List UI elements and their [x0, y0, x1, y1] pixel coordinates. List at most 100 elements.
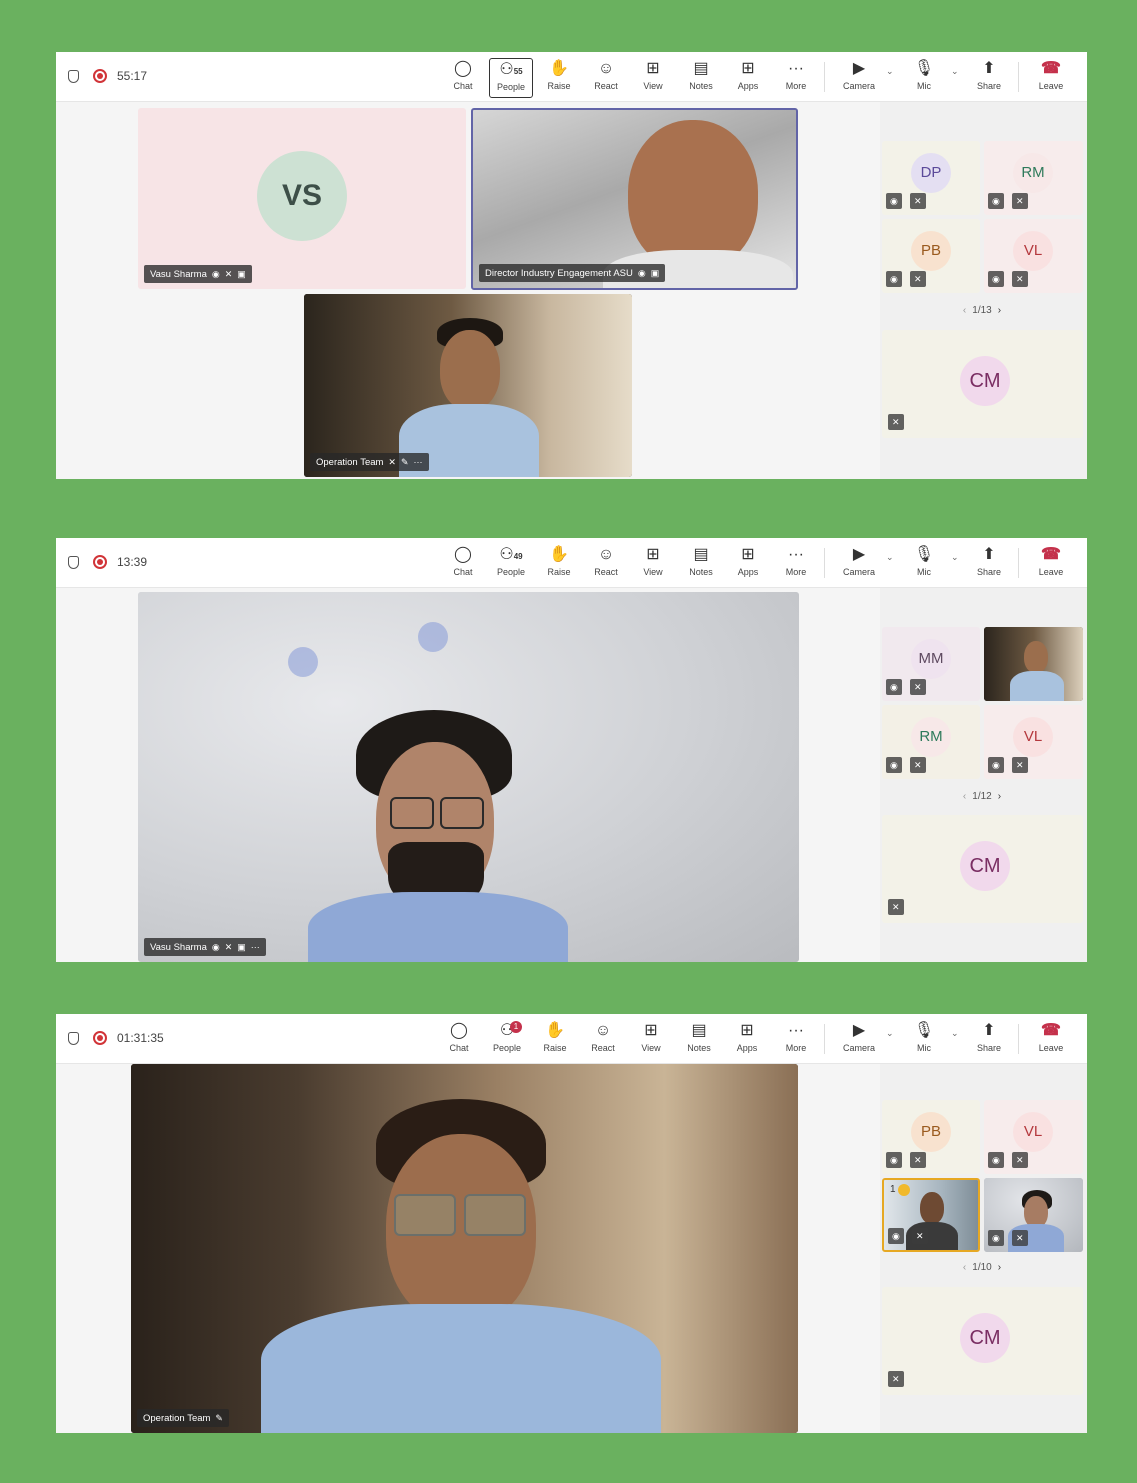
chevron-left-icon[interactable]: ‹ — [963, 791, 966, 802]
participant-tile-rm[interactable]: RM ◉ ✕ — [984, 141, 1083, 215]
chevron-right-icon[interactable]: › — [998, 1262, 1001, 1273]
share-button[interactable]: ⬆︎ Share — [967, 544, 1011, 584]
apps-button[interactable]: ⊞ Apps — [726, 58, 770, 98]
people-button[interactable]: ⚇ 1 People — [485, 1020, 529, 1060]
camera-options-chevron-icon[interactable]: ⌄ — [886, 1028, 894, 1039]
meeting-toolbar: 01:31:35 ◯ Chat ⚇ 1 People ✋ Raise ☺ React ⊞ V… — [56, 1014, 1087, 1064]
participant-tile-pb[interactable]: PB ◉ ✕ — [882, 1100, 980, 1174]
plus-box-icon: ⊞ — [741, 546, 755, 563]
chat-button[interactable]: ◯ Chat — [441, 58, 485, 98]
participant-tile-mm[interactable]: MM ◉ ✕ — [882, 627, 980, 701]
chat-button[interactable]: ◯ Chat — [437, 1020, 481, 1060]
meeting-toolbar: 55:17 ◯ Chat ⚇55 People ✋ Raise ☺ React ⊞ Vie… — [56, 52, 1087, 102]
chevron-left-icon[interactable]: ‹ — [963, 305, 966, 316]
mic-button[interactable]: 🎙︎ Mic — [902, 1020, 946, 1060]
participant-tile-vl[interactable]: VL ◉ ✕ — [984, 1100, 1083, 1174]
view-button[interactable]: ⊞ View — [629, 1020, 673, 1060]
raise-button[interactable]: ✋ Raise — [537, 58, 581, 98]
react-button[interactable]: ☺ React — [584, 58, 628, 98]
participant-tile-main[interactable]: Operation Team ✎ — [131, 1064, 798, 1433]
camera-options-chevron-icon[interactable]: ⌄ — [886, 552, 894, 563]
camera-button[interactable]: ▶︎ Camera — [837, 58, 881, 98]
chevron-right-icon[interactable]: › — [998, 791, 1001, 802]
mic-options-chevron-icon[interactable]: ⌄ — [951, 552, 959, 563]
leave-button[interactable]: ☎︎ Leave — [1029, 1020, 1073, 1060]
blurred-background-light — [288, 647, 318, 677]
avatar: CM — [960, 1313, 1010, 1363]
participant-tile-operation-team[interactable]: Operation Team ✕ ✎ ··· — [304, 294, 632, 477]
participant-tile-main[interactable]: Vasu Sharma ◉ ✕ ▣ ··· — [138, 592, 799, 962]
shield-icon — [68, 70, 79, 83]
mic-button[interactable]: 🎙︎ Mic — [902, 544, 946, 584]
share-button[interactable]: ⬆︎ Share — [967, 58, 1011, 98]
participant-face — [920, 1192, 944, 1224]
participant-face — [440, 330, 500, 410]
view-button[interactable]: ⊞ View — [631, 544, 675, 584]
rail-pager[interactable]: ‹ 1/10 › — [922, 1262, 1042, 1273]
smiley-icon: ☺ — [597, 546, 615, 563]
participant-glasses — [464, 1194, 526, 1236]
people-icon: ⚇ — [499, 1022, 515, 1039]
view-button[interactable]: ⊞ View — [631, 58, 675, 98]
mic-off-icon: ✕ — [1012, 193, 1028, 209]
leave-button[interactable]: ☎︎ Leave — [1029, 544, 1073, 584]
participant-tile-video[interactable] — [984, 627, 1083, 701]
ellipsis-icon: ··· — [788, 546, 804, 563]
mic-options-chevron-icon[interactable]: ⌄ — [951, 1028, 959, 1039]
camera-off-icon: ▶︎ — [852, 1022, 866, 1039]
participant-tile-vl[interactable]: VL ◉ ✕ — [984, 705, 1083, 779]
participant-tile-director[interactable]: Director Industry Engagement ASU ◉ ▣ — [471, 108, 798, 290]
notes-button[interactable]: ▤ Notes — [679, 544, 723, 584]
chevron-left-icon[interactable]: ‹ — [963, 1262, 966, 1273]
mic-button[interactable]: 🎙︎ Mic — [902, 58, 946, 98]
mic-off-icon: ✕ — [1012, 1152, 1028, 1168]
more-button[interactable]: ··· More — [774, 544, 818, 584]
raise-button[interactable]: ✋ Raise — [533, 1020, 577, 1060]
share-button[interactable]: ⬆︎ Share — [967, 1020, 1011, 1060]
participant-tile-vl[interactable]: VL ◉ ✕ — [984, 219, 1083, 293]
mic-off-icon: 🎙︎ — [913, 1022, 935, 1039]
participant-tile-vasu-sharma[interactable]: VS Vasu Sharma ◉ ✕ ▣ — [138, 108, 466, 289]
meeting-screenshot-3: 01:31:35 ◯ Chat ⚇ 1 People ✋ Raise ☺ React ⊞ V… — [56, 1014, 1087, 1433]
people-button[interactable]: ⚇49 People — [489, 544, 533, 584]
participant-tile-dp[interactable]: DP ◉ ✕ — [882, 141, 980, 215]
camera-button[interactable]: ▶︎ Camera — [837, 1020, 881, 1060]
hand-icon: ✋ — [545, 1022, 565, 1039]
plus-box-icon: ⊞ — [740, 1022, 754, 1039]
camera-options-chevron-icon[interactable]: ⌄ — [886, 66, 894, 77]
rail-pager[interactable]: ‹ 1/12 › — [922, 791, 1042, 802]
camera-icon: ◉ — [988, 1230, 1004, 1246]
avatar: PB — [911, 1112, 951, 1152]
raise-button[interactable]: ✋ Raise — [537, 544, 581, 584]
participant-tile-pb[interactable]: PB ◉ ✕ — [882, 219, 980, 293]
share-icon: ⬆︎ — [982, 1022, 996, 1039]
more-button[interactable]: ··· More — [774, 1020, 818, 1060]
participant-tile-video[interactable]: ◉ ✕ — [984, 1178, 1083, 1252]
camera-icon: ◉ — [886, 271, 902, 287]
chevron-right-icon[interactable]: › — [998, 305, 1001, 316]
apps-button[interactable]: ⊞ Apps — [725, 1020, 769, 1060]
notes-button[interactable]: ▤ Notes — [679, 58, 723, 98]
chat-bubble-icon: ◯ — [450, 1022, 468, 1039]
mic-options-chevron-icon[interactable]: ⌄ — [951, 66, 959, 77]
participant-tile-video-raised[interactable]: 1 ◉ ✕ — [882, 1178, 980, 1252]
more-button[interactable]: ··· More — [774, 58, 818, 98]
participant-tile-cm[interactable]: CM ✕ — [882, 330, 1083, 438]
react-button[interactable]: ☺ React — [584, 544, 628, 584]
participant-glasses — [394, 1194, 456, 1236]
participant-name-tag: Vasu Sharma ◉ ✕ ▣ — [144, 265, 252, 283]
people-button[interactable]: ⚇55 People — [489, 58, 533, 98]
notes-button[interactable]: ▤ Notes — [677, 1020, 721, 1060]
leave-button[interactable]: ☎︎ Leave — [1029, 58, 1073, 98]
participant-tile-cm[interactable]: CM ✕ — [882, 815, 1083, 923]
camera-icon: ◉ — [637, 268, 646, 278]
participant-tile-cm[interactable]: CM ✕ — [882, 1287, 1083, 1395]
chat-button[interactable]: ◯ Chat — [441, 544, 485, 584]
video-stage: Vasu Sharma ◉ ✕ ▣ ··· MM ◉ ✕ RM ◉ ✕ VL ◉ ✕ ‹ 1/1… — [56, 588, 1087, 962]
rail-pager[interactable]: ‹ 1/13 › — [922, 305, 1042, 316]
react-button[interactable]: ☺ React — [581, 1020, 625, 1060]
participant-glasses — [440, 797, 484, 829]
camera-button[interactable]: ▶︎ Camera — [837, 544, 881, 584]
apps-button[interactable]: ⊞ Apps — [726, 544, 770, 584]
participant-tile-rm[interactable]: RM ◉ ✕ — [882, 705, 980, 779]
